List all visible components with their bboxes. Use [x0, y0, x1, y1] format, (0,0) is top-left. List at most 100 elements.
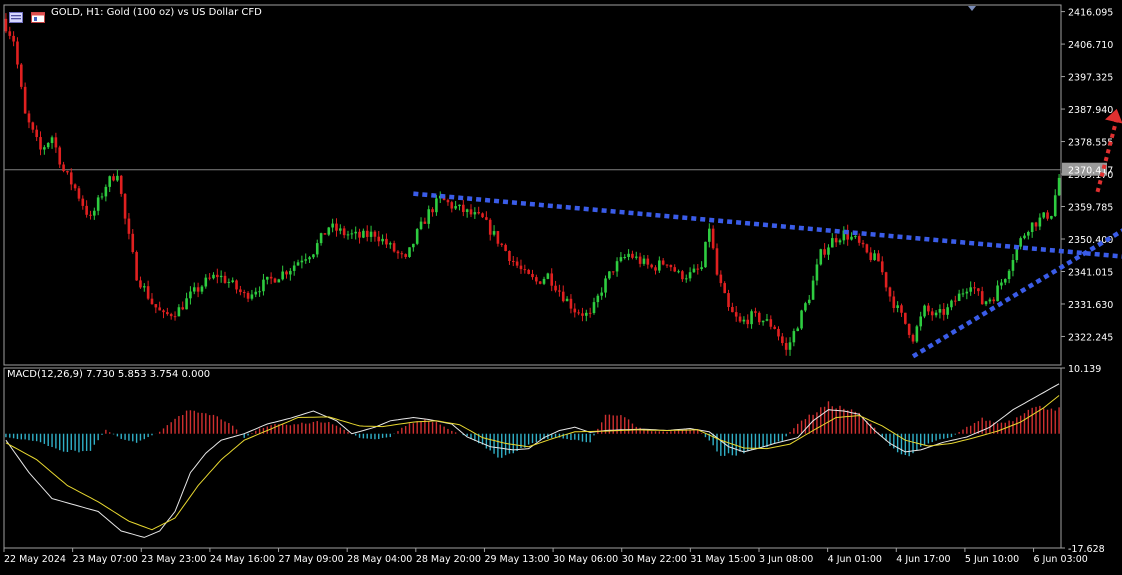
- bull-candle: [354, 231, 357, 234]
- time-axis-label: 4 Jun 01:00: [828, 554, 882, 565]
- bull-candle: [277, 279, 281, 283]
- bear-candle: [519, 265, 523, 270]
- bear-candle: [239, 289, 242, 293]
- price-axis-label: 2416.095: [1068, 8, 1113, 19]
- bear-candle: [39, 137, 42, 150]
- bull-candle: [1053, 195, 1057, 216]
- bear-candle: [8, 31, 12, 36]
- bear-candle: [588, 312, 592, 314]
- bull-candle: [331, 223, 334, 228]
- bull-candle: [43, 147, 46, 150]
- bull-candle: [634, 256, 638, 258]
- bull-candle: [919, 316, 923, 327]
- bear-candle: [930, 311, 934, 316]
- chart-window-icon[interactable]: [31, 8, 45, 23]
- price-axis-label: 2378.555: [1068, 138, 1113, 149]
- bear-candle: [992, 299, 996, 302]
- time-axis-label: 22 May 2024: [4, 554, 66, 565]
- bear-candle: [500, 243, 504, 245]
- bull-candle: [565, 298, 569, 302]
- bull-candle: [765, 319, 769, 321]
- bull-candle: [915, 326, 919, 342]
- bear-candle: [77, 188, 81, 199]
- bear-candle: [135, 252, 138, 281]
- bear-candle: [373, 231, 377, 237]
- bull-candle: [1003, 279, 1007, 283]
- bear-candle: [131, 233, 135, 253]
- symbol-info: GOLD, H1: Gold (100 oz) vs US Dollar CFD: [51, 7, 262, 18]
- bear-candle: [515, 261, 519, 266]
- bear-candle: [888, 287, 892, 297]
- bear-candle: [69, 172, 73, 185]
- bear-candle: [723, 283, 726, 294]
- bull-candle: [596, 295, 600, 303]
- bull-candle: [473, 212, 477, 215]
- time-axis-label: 28 May 04:00: [347, 554, 412, 565]
- bear-candle: [392, 243, 396, 252]
- bull-candle: [623, 257, 627, 259]
- chart-canvas[interactable]: 2416.095 2406.710 2397.325 2387.940 2378.555…: [0, 0, 1122, 571]
- bear-candle: [35, 129, 38, 138]
- bull-candle: [458, 204, 461, 207]
- bear-candle: [654, 267, 657, 271]
- chart-window-icon-glyph: [31, 12, 45, 23]
- bear-candle: [907, 323, 911, 335]
- bear-candle: [531, 273, 534, 278]
- bull-candle: [742, 319, 746, 322]
- bear-candle: [242, 292, 246, 294]
- bull-candle: [585, 312, 588, 316]
- bear-candle: [861, 242, 865, 245]
- bull-candle: [996, 285, 999, 302]
- bear-candle: [973, 287, 976, 289]
- price-axis-label: 2322.245: [1068, 332, 1113, 343]
- bull-candle: [1000, 282, 1003, 286]
- bear-candle: [162, 310, 165, 313]
- bear-candle: [892, 296, 896, 309]
- bear-candle: [880, 261, 884, 273]
- bear-candle: [554, 285, 557, 291]
- bull-candle: [700, 267, 703, 270]
- bear-candle: [62, 164, 65, 172]
- bear-candle: [31, 122, 35, 130]
- bear-candle: [54, 137, 58, 148]
- bear-candle: [16, 41, 19, 65]
- bull-candle: [811, 280, 815, 300]
- bull-candle: [708, 228, 711, 242]
- bear-candle: [196, 287, 200, 292]
- bull-candle: [615, 261, 619, 272]
- time-axis-label: 31 May 15:00: [690, 554, 755, 565]
- bull-candle: [250, 294, 254, 299]
- chart-list-icon[interactable]: [9, 8, 23, 23]
- current-price-label: 2370.417: [1068, 166, 1113, 177]
- bull-candle: [492, 231, 496, 235]
- bull-candle: [388, 243, 392, 245]
- bear-candle: [715, 248, 719, 275]
- bear-candle: [731, 307, 734, 313]
- trading-chart[interactable]: 2416.095 2406.710 2397.325 2387.940 2378.555…: [0, 0, 1122, 571]
- bear-candle: [673, 267, 677, 272]
- bear-candle: [89, 214, 92, 216]
- time-axis-label: 24 May 16:00: [210, 554, 275, 565]
- bear-candle: [23, 86, 27, 114]
- scroll-marker-icon[interactable]: [968, 6, 976, 11]
- bull-candle: [807, 299, 811, 304]
- bear-candle: [954, 300, 957, 302]
- bear-candle: [911, 334, 915, 342]
- bull-candle: [619, 257, 623, 262]
- bear-candle: [504, 244, 507, 251]
- bull-candle: [950, 300, 953, 308]
- bear-candle: [335, 223, 338, 231]
- bull-candle: [204, 277, 208, 287]
- bull-candle: [281, 271, 284, 280]
- bear-candle: [404, 254, 407, 257]
- bull-candle: [108, 176, 111, 187]
- bear-candle: [757, 312, 761, 323]
- bear-candle: [342, 228, 346, 236]
- bear-candle: [661, 260, 665, 265]
- time-axis-label: 5 Jun 10:00: [965, 554, 1019, 565]
- bull-candle: [408, 247, 411, 257]
- bear-candle: [123, 193, 127, 219]
- bull-candle: [465, 209, 469, 212]
- bull-candle: [984, 301, 988, 305]
- bear-candle: [573, 308, 577, 313]
